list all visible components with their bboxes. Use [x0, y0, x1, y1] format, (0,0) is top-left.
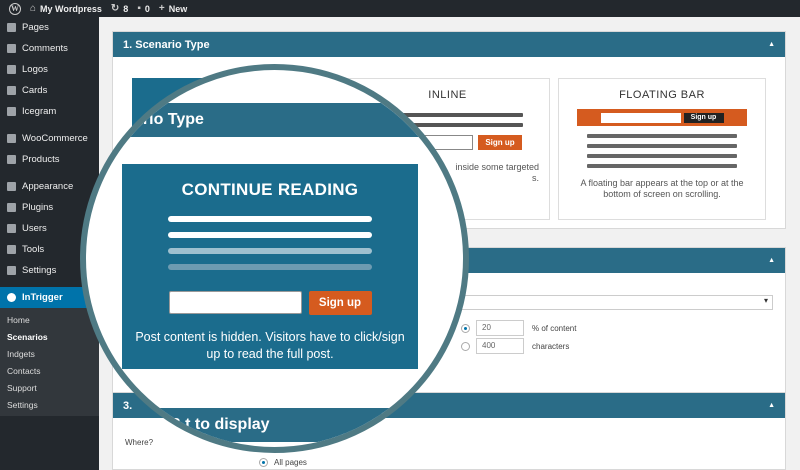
comments-count: 0 [144, 3, 150, 14]
floating-bar-preview: Sign up [577, 109, 747, 126]
all-pages-radio[interactable] [259, 458, 268, 467]
menu-label: Users [22, 223, 47, 234]
menu-comments[interactable]: Comments [0, 38, 99, 59]
comments-icon [5, 43, 17, 54]
collapse-arrow-icon[interactable]: ▲ [768, 257, 775, 264]
new-content-link[interactable]: + New [159, 3, 187, 14]
magnified-section-title: ario Type [86, 103, 463, 137]
menu-icegram[interactable]: Icegram [0, 101, 99, 122]
percent-input[interactable]: 20 [476, 320, 524, 336]
menu-label: Comments [22, 43, 68, 54]
menu-products[interactable]: Products [0, 149, 99, 170]
preview-email-input [168, 291, 302, 314]
scenario-type-header[interactable]: 1. Scenario Type ▲ [113, 32, 785, 57]
cart-icon [5, 154, 17, 165]
home-icon: ⌂ [30, 3, 37, 14]
wp-logo-menu[interactable]: W [9, 2, 21, 15]
intrigger-submenu: Home Scenarios Indgets Contacts Support … [0, 308, 99, 416]
plus-icon: + [158, 3, 165, 14]
comments-link[interactable]: ▪ 0 [137, 3, 150, 14]
settings-icon [5, 265, 17, 276]
characters-input[interactable]: 400 [476, 338, 524, 354]
icegram-icon [5, 106, 17, 117]
menu-label: Icegram [22, 106, 57, 117]
characters-suffix: characters [532, 341, 570, 351]
section-2-select[interactable]: ▾ [461, 295, 773, 310]
site-name-link[interactable]: ⌂ My Wordpress [30, 3, 102, 14]
desc-line: s. [531, 173, 539, 183]
paintbrush-icon [5, 181, 17, 192]
user-icon [5, 223, 17, 234]
preview-signup-button: Sign up [308, 291, 372, 315]
magnifier-lens: ario Type CONTINUE READING Sign up Post … [80, 64, 469, 453]
card-title: FLOATING BAR [619, 89, 705, 101]
continue-reading-preview[interactable]: CONTINUE READING Sign up Post content is… [122, 164, 418, 369]
submenu-support[interactable]: Support [0, 379, 99, 396]
inline-signup-preview: Sign up [478, 135, 522, 150]
all-pages-option[interactable]: All pages [259, 458, 307, 467]
gear-icon [5, 292, 17, 303]
woocommerce-icon [5, 133, 17, 144]
submenu-contacts[interactable]: Contacts [0, 362, 99, 379]
preview-title: CONTINUE READING [181, 180, 359, 199]
menu-label: InTrigger [22, 292, 63, 303]
wrench-icon [5, 244, 17, 255]
new-label: New [168, 3, 188, 14]
menu-label: Logos [22, 64, 48, 75]
menu-label: Plugins [22, 202, 54, 213]
pages-icon [5, 22, 17, 33]
pin-icon [5, 64, 17, 75]
updates-link[interactable]: ↻ 8 [111, 3, 128, 14]
collapse-arrow-icon[interactable]: ▲ [768, 402, 775, 409]
admin-bar: W ⌂ My Wordpress ↻ 8 ▪ 0 + New [0, 0, 800, 17]
card-desc: A floating bar appears at the top or at … [580, 178, 744, 199]
menu-label: Appearance [22, 181, 74, 192]
menu-label: Tools [22, 244, 45, 255]
floating-signup-preview: Sign up [683, 112, 724, 123]
menu-pages[interactable]: Pages [0, 17, 99, 38]
submenu-indgets[interactable]: Indgets [0, 345, 99, 362]
wordpress-icon: W [9, 2, 21, 15]
menu-label: Settings [22, 265, 57, 276]
all-pages-label: All pages [274, 458, 307, 467]
comment-bubble-icon: ▪ [137, 3, 141, 14]
characters-radio[interactable] [461, 341, 470, 351]
plugin-icon [5, 202, 17, 213]
characters-option[interactable]: 400 characters [461, 338, 569, 354]
preview-desc: Post content is hidden. Visitors have to… [135, 330, 405, 361]
desc-line: inside some targeted [455, 162, 539, 172]
submenu-settings[interactable]: Settings [0, 396, 99, 413]
menu-label: Cards [22, 85, 48, 96]
submenu-scenarios[interactable]: Scenarios [0, 328, 99, 345]
percent-suffix: % of content [532, 323, 577, 333]
panel-title: 1. Scenario Type [123, 38, 210, 51]
percent-option[interactable]: 20 % of content [461, 320, 576, 336]
menu-label: Pages [22, 22, 49, 33]
menu-cards[interactable]: Cards [0, 80, 99, 101]
submenu-home[interactable]: Home [0, 311, 99, 328]
updates-icon: ↻ [110, 3, 120, 14]
menu-woocommerce[interactable]: WooCommerce [0, 128, 99, 149]
magnified-section-3-title: S t to display [86, 408, 463, 442]
menu-label: Products [22, 154, 60, 165]
menu-appearance[interactable]: Appearance [0, 176, 99, 197]
menu-logos[interactable]: Logos [0, 59, 99, 80]
pin-icon [5, 85, 17, 96]
percent-radio[interactable] [461, 323, 470, 333]
floating-bar-card[interactable]: FLOATING BAR Sign up A floating bar appe… [558, 78, 766, 220]
site-name: My Wordpress [40, 3, 102, 14]
menu-label: WooCommerce [22, 133, 88, 144]
collapse-arrow-icon[interactable]: ▲ [768, 41, 775, 48]
updates-count: 8 [123, 3, 129, 14]
dropdown-arrow-icon: ▾ [763, 296, 768, 305]
